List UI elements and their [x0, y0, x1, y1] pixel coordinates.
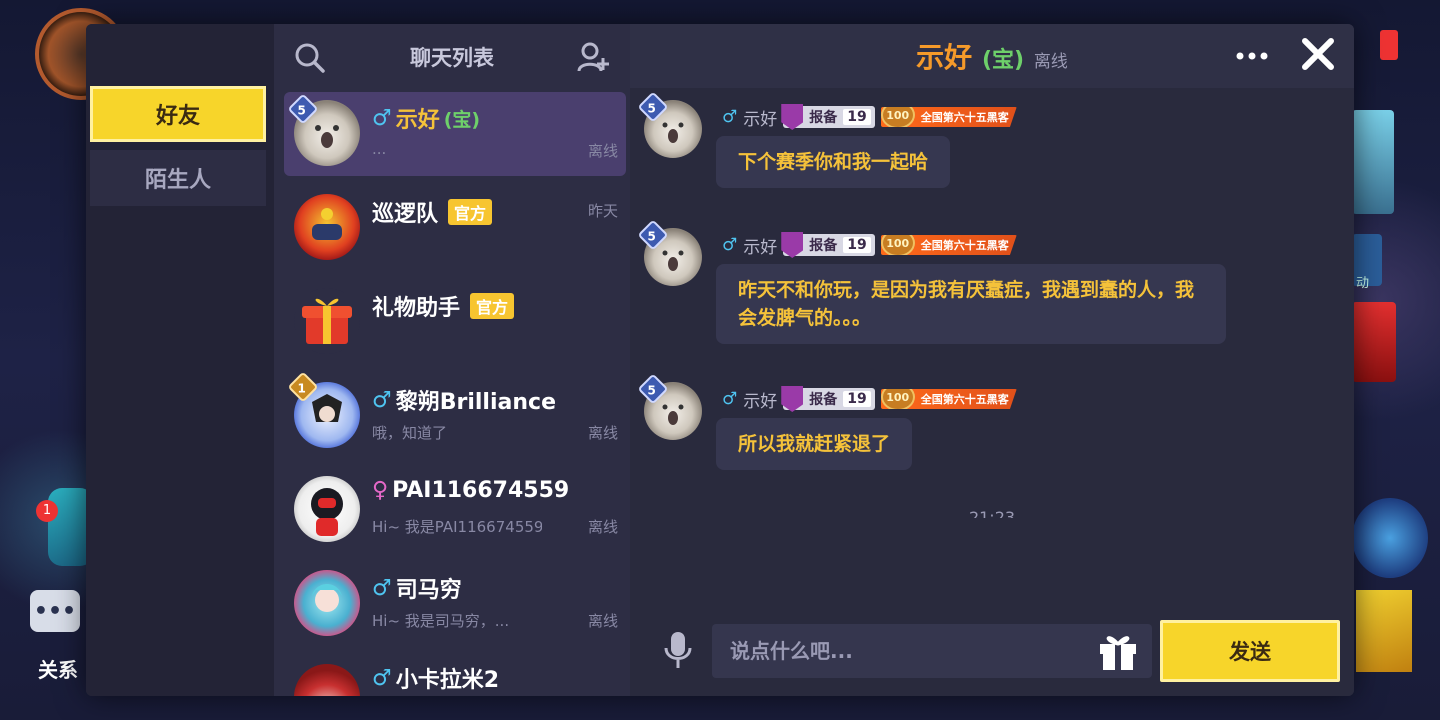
avatar	[294, 570, 360, 636]
conversation-name: ♂ 示好 (宝)	[372, 105, 481, 134]
microphone-icon[interactable]	[662, 630, 694, 670]
title-badge: 100 全国第六十五黑客	[880, 107, 1017, 127]
rank-badge: 报备 19	[781, 232, 875, 258]
list-title: 聊天列表	[410, 46, 494, 70]
conversation-item[interactable]: ♂ 小卡拉米2	[284, 656, 626, 696]
bg-right-card-icon[interactable]	[1356, 590, 1412, 672]
conversation-name: ♀ PAI116674559	[372, 478, 570, 503]
official-tag: 官方	[470, 293, 515, 319]
message-bubble: 下个赛季你和我一起哈	[716, 136, 951, 188]
add-friend-icon[interactable]	[576, 40, 610, 74]
conversation-status: 离线	[587, 518, 618, 536]
conversation-name: ♂ 黎朔Brilliance	[372, 387, 556, 416]
sender-name: 示好	[743, 237, 778, 258]
conversation-item[interactable]: ♀ PAI116674559 Hi~ 我是PAI116674559. 离线	[284, 468, 626, 552]
chat-window: 好友 陌生人 聊天列表 5 ♂ 示好 (宝) ... 离线 巡逻队 官方 昨天 …	[86, 24, 1354, 696]
male-icon: ♂	[372, 665, 392, 691]
message-meta: ♂ 示好 报备 19 100 全国第六十五黑客	[722, 232, 1017, 258]
timestamp: 21:23	[968, 508, 1016, 518]
chat-header: 示好 (宝) 离线	[630, 24, 1354, 88]
conversation-name: ♂ 司马穷	[372, 575, 462, 604]
bg-right-top-icon[interactable]	[1380, 30, 1398, 60]
close-icon[interactable]	[1300, 36, 1336, 72]
tab-friends[interactable]: 好友	[90, 86, 266, 142]
conversation-status: 离线	[587, 424, 618, 442]
conversation-preview: ...	[372, 140, 387, 158]
message-bubble: 所以我就赶紧退了	[716, 418, 913, 470]
conversation-item[interactable]: 巡逻队 官方 昨天	[284, 186, 626, 270]
message-meta: ♂ 示好 报备 19 100 全国第六十五黑客	[722, 104, 1017, 130]
official-tag: 官方	[448, 199, 493, 225]
tab-strangers[interactable]: 陌生人	[90, 150, 266, 206]
bao-tag: (宝)	[443, 108, 481, 131]
bg-right-label: 动	[1356, 276, 1370, 291]
chat-bubble-icon[interactable]: •••	[30, 590, 80, 632]
list-header: 聊天列表	[274, 24, 630, 90]
male-icon: ♂	[722, 235, 738, 255]
conversation-status: 离线	[587, 142, 618, 160]
male-icon: ♂	[372, 575, 392, 601]
title-badge: 100 全国第六十五黑客	[880, 389, 1017, 409]
conversation-status: 离线	[587, 612, 618, 630]
sender-name: 示好	[743, 391, 778, 412]
male-icon: ♂	[722, 107, 738, 127]
rank-badge: 报备 19	[781, 386, 875, 412]
search-icon[interactable]	[294, 42, 326, 74]
conversation-item[interactable]: 礼物助手 官方	[284, 280, 626, 364]
relation-label[interactable]: 关系	[38, 654, 78, 683]
conversation-preview: Hi~ 我是PAI116674559.	[372, 518, 542, 536]
sender-name: 示好	[743, 109, 778, 130]
notification-badge: 1	[36, 500, 58, 522]
conversation-list: 聊天列表 5 ♂ 示好 (宝) ... 离线 巡逻队 官方 昨天 礼物助手 官方…	[274, 24, 630, 696]
avatar	[294, 664, 360, 696]
bg-right-telescope-icon[interactable]	[1352, 498, 1428, 578]
rank-badge: 报备 19	[781, 104, 875, 130]
avatar	[294, 476, 360, 542]
avatar	[294, 194, 360, 260]
bg-right-banner[interactable]	[1352, 110, 1394, 214]
male-icon: ♂	[372, 105, 392, 131]
gift-avatar	[294, 288, 360, 354]
rank-shield-icon	[781, 386, 804, 412]
male-icon: ♂	[722, 389, 738, 409]
conversation-status: 昨天	[587, 202, 618, 220]
conversation-name: 礼物助手 官方	[372, 290, 515, 322]
conversation-name: 巡逻队 官方	[372, 196, 493, 228]
title-badge: 100 全国第六十五黑客	[880, 235, 1017, 255]
conversation-preview: Hi~ 我是司马穷，...	[372, 612, 510, 630]
gift-icon[interactable]	[1096, 630, 1140, 672]
chat-panel: 示好 (宝) 离线 5 ♂ 示好 报备 19 100 全国第六十五黑客 下个赛季你和…	[630, 24, 1354, 696]
rank-shield-icon	[781, 104, 804, 130]
message-meta: ♂ 示好 报备 19 100 全国第六十五黑客	[722, 386, 1017, 412]
message-input[interactable]	[712, 624, 1152, 678]
conversation-item[interactable]: ♂ 司马穷 Hi~ 我是司马穷，... 离线	[284, 562, 626, 646]
conversation-item[interactable]: 1 ♂ 黎朔Brilliance 哦，知道了 离线	[284, 371, 626, 458]
conversation-name: ♂ 小卡拉米2	[372, 665, 500, 694]
more-options-icon[interactable]	[1234, 46, 1270, 66]
message-bubble: 昨天不和你玩，是因为我有厌蠢症，我遇到蠢的人，我会发脾气的。。。	[716, 264, 1226, 344]
send-button[interactable]: 发送	[1160, 620, 1340, 682]
male-icon: ♂	[372, 387, 392, 413]
rank-shield-icon	[781, 232, 804, 258]
bg-right-hat-icon[interactable]	[1352, 302, 1396, 382]
female-icon: ♀	[372, 478, 389, 503]
conversation-preview: 哦，知道了	[372, 424, 448, 442]
category-column: 好友 陌生人	[86, 24, 274, 696]
conversation-item[interactable]: 5 ♂ 示好 (宝) ... 离线	[284, 92, 626, 176]
